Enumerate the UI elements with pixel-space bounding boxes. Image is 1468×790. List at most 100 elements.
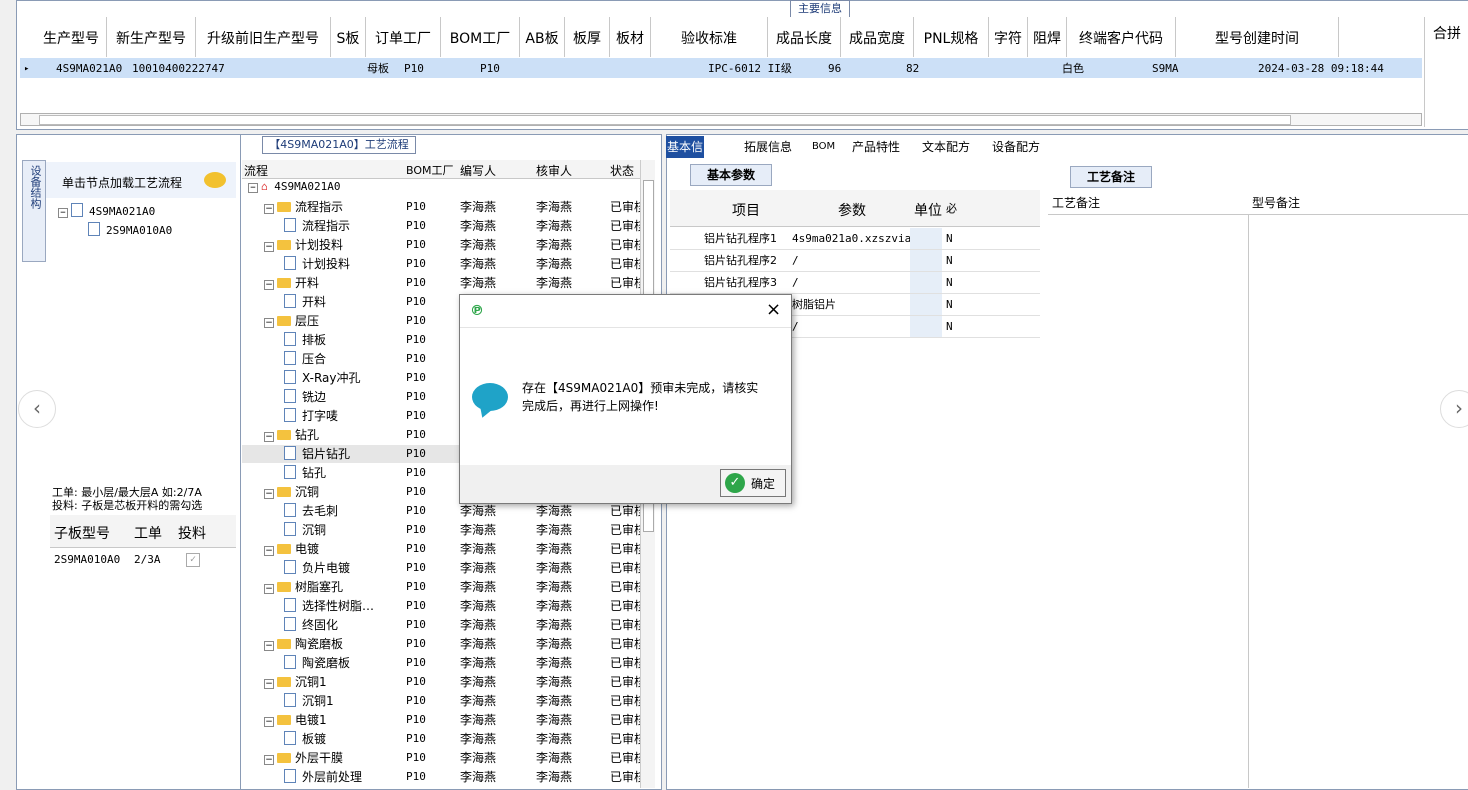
- param-row[interactable]: 铝片钻孔程序2 / N: [670, 250, 1040, 272]
- main-hscroll-thumb[interactable]: [39, 115, 1291, 125]
- process-tree-row[interactable]: − 陶瓷磨板 P10 李海燕 李海燕 已审核: [242, 635, 642, 653]
- col-bom-factory[interactable]: BOM工厂: [441, 17, 520, 57]
- leaf-node[interactable]: 选择性树脂…: [284, 597, 374, 615]
- dialog-close-button[interactable]: ×: [766, 299, 781, 320]
- col-bom-factory-flow[interactable]: BOM工厂: [406, 162, 454, 178]
- col-pnl[interactable]: PNL规格: [914, 17, 989, 57]
- folder-node[interactable]: − 流程指示: [264, 198, 343, 216]
- sub-col-model[interactable]: 子板型号: [54, 523, 110, 543]
- tab-basic-info[interactable]: 基本信息: [666, 136, 704, 176]
- col-required[interactable]: 必: [946, 200, 957, 216]
- col-created[interactable]: 型号创建时间: [1176, 17, 1339, 57]
- col-s-board[interactable]: S板: [331, 17, 366, 57]
- leaf-node[interactable]: 沉铜1: [284, 692, 334, 710]
- sub-col-feed[interactable]: 投料: [178, 523, 206, 543]
- leaf-node[interactable]: 流程指示: [284, 217, 350, 235]
- process-tree-row[interactable]: − 流程指示 P10 李海燕 李海燕 已审核: [242, 198, 642, 216]
- col-merge[interactable]: 合拼: [1424, 17, 1468, 127]
- process-tree-row[interactable]: 计划投料 P10 李海燕 李海燕 已审核: [242, 255, 642, 273]
- param-row[interactable]: 铝片钻孔程序3 / N: [670, 272, 1040, 294]
- col-model[interactable]: 生产型号: [36, 17, 107, 57]
- leaf-node[interactable]: 铝片钻孔: [284, 445, 350, 463]
- process-tree-row[interactable]: 去毛刺 P10 李海燕 李海燕 已审核: [242, 502, 642, 520]
- tab-text-recipe[interactable]: 文本配方: [922, 136, 970, 158]
- folder-node[interactable]: − 树脂塞孔: [264, 578, 343, 596]
- process-tree-row[interactable]: − 树脂塞孔 P10 李海燕 李海燕 已审核: [242, 578, 642, 596]
- folder-node[interactable]: − 计划投料: [264, 236, 343, 254]
- prev-arrow-button[interactable]: ‹: [18, 390, 56, 428]
- leaf-node[interactable]: 打字唛: [284, 407, 338, 425]
- tab-device-recipe[interactable]: 设备配方: [992, 136, 1040, 158]
- process-root-node[interactable]: − ⌂ 4S9MA021A0: [248, 180, 340, 193]
- main-hscrollbar[interactable]: [20, 113, 1422, 126]
- col-param[interactable]: 参数: [838, 200, 866, 220]
- folder-node[interactable]: − 层压: [264, 312, 319, 330]
- col-standard[interactable]: 验收标准: [651, 17, 768, 57]
- collapse-icon[interactable]: −: [264, 204, 274, 214]
- collapse-icon[interactable]: −: [264, 584, 274, 594]
- folder-node[interactable]: − 钻孔: [264, 426, 319, 444]
- folder-node[interactable]: − 电镀1: [264, 711, 327, 729]
- param-cell-unit[interactable]: [910, 294, 942, 315]
- process-tree-row[interactable]: − 电镀 P10 李海燕 李海燕 已审核: [242, 540, 642, 558]
- col-status[interactable]: 状态: [610, 162, 634, 179]
- col-unit[interactable]: 单位: [914, 200, 942, 220]
- process-tree-row[interactable]: − 电镀1 P10 李海燕 李海燕 已审核: [242, 711, 642, 729]
- process-tree-row[interactable]: 沉铜 P10 李海燕 李海燕 已审核: [242, 521, 642, 539]
- leaf-node[interactable]: 沉铜: [284, 521, 326, 539]
- col-flow[interactable]: 流程: [244, 162, 268, 179]
- collapse-icon[interactable]: −: [264, 318, 274, 328]
- leaf-node[interactable]: 去毛刺: [284, 502, 338, 520]
- col-new-model[interactable]: 新生产型号: [107, 17, 196, 57]
- leaf-node[interactable]: 终固化: [284, 616, 338, 634]
- leaf-node[interactable]: 负片电镀: [284, 559, 350, 577]
- param-row[interactable]: 铝片钻孔程序1 4s9ma021a0.xzszvia N: [670, 228, 1040, 250]
- param-cell-unit[interactable]: [910, 316, 942, 337]
- tab-extended[interactable]: 拓展信息: [744, 136, 792, 158]
- collapse-icon[interactable]: −: [264, 546, 274, 556]
- folder-node[interactable]: − 外层干膜: [264, 749, 343, 767]
- process-tree-row[interactable]: 陶瓷磨板 P10 李海燕 李海燕 已审核: [242, 654, 642, 672]
- leaf-node[interactable]: 铣边: [284, 388, 326, 406]
- collapse-icon[interactable]: −: [264, 489, 274, 499]
- col-old-model[interactable]: 升级前旧生产型号: [196, 17, 331, 57]
- tab-product[interactable]: 产品特性: [852, 136, 900, 158]
- leaf-node[interactable]: X-Ray冲孔: [284, 369, 360, 387]
- process-tree-row[interactable]: 终固化 P10 李海燕 李海燕 已审核: [242, 616, 642, 634]
- note-tab[interactable]: 工艺备注: [1070, 166, 1152, 188]
- leaf-node[interactable]: 排板: [284, 331, 326, 349]
- process-tree-row[interactable]: − 开料 P10 李海燕 李海燕 已审核: [242, 274, 642, 292]
- subtab-basic-params[interactable]: 基本参数: [690, 164, 772, 186]
- col-char[interactable]: 字符: [989, 17, 1028, 57]
- col-width[interactable]: 成品宽度: [841, 17, 914, 57]
- col-material[interactable]: 板材: [610, 17, 651, 57]
- tree-child-node[interactable]: 2S9MA010A0: [88, 222, 172, 237]
- process-tree-row[interactable]: − 计划投料 P10 李海燕 李海燕 已审核: [242, 236, 642, 254]
- table-row[interactable]: 2S9MA010A0 2/3A ✓: [50, 550, 236, 570]
- collapse-icon[interactable]: −: [264, 432, 274, 442]
- table-row[interactable]: ▸ 4S9MA021A0 10010400222747 母板 P10 P10 I…: [20, 58, 1422, 78]
- folder-node[interactable]: − 沉铜: [264, 483, 319, 501]
- tab-bom[interactable]: BOM: [812, 136, 835, 158]
- vtab-structure[interactable]: 设备结构: [22, 160, 46, 262]
- folder-node[interactable]: − 电镀: [264, 540, 319, 558]
- process-tree-row[interactable]: − 沉铜1 P10 李海燕 李海燕 已审核: [242, 673, 642, 691]
- leaf-node[interactable]: 陶瓷磨板: [284, 654, 350, 672]
- collapse-icon[interactable]: −: [264, 679, 274, 689]
- col-solder[interactable]: 阻焊: [1028, 17, 1067, 57]
- leaf-node[interactable]: 外层前处理: [284, 768, 362, 786]
- ok-button[interactable]: ✓ 确定: [720, 469, 786, 497]
- col-thickness[interactable]: 板厚: [565, 17, 610, 57]
- col-customer[interactable]: 终端客户代码: [1067, 17, 1176, 57]
- col-order-factory[interactable]: 订单工厂: [366, 17, 441, 57]
- param-cell-unit[interactable]: [910, 250, 942, 271]
- col-checker[interactable]: 核审人: [536, 162, 572, 179]
- folder-node[interactable]: − 沉铜1: [264, 673, 327, 691]
- tree-root-node[interactable]: −4S9MA021A0: [58, 203, 155, 218]
- process-tree-row[interactable]: 外层前处理 P10 李海燕 李海燕 已审核: [242, 768, 642, 786]
- collapse-icon[interactable]: −: [264, 280, 274, 290]
- folder-node[interactable]: − 开料: [264, 274, 319, 292]
- collapse-icon[interactable]: −: [264, 717, 274, 727]
- col-writer[interactable]: 编写人: [460, 162, 496, 179]
- process-tree-row[interactable]: 负片电镀 P10 李海燕 李海燕 已审核: [242, 559, 642, 577]
